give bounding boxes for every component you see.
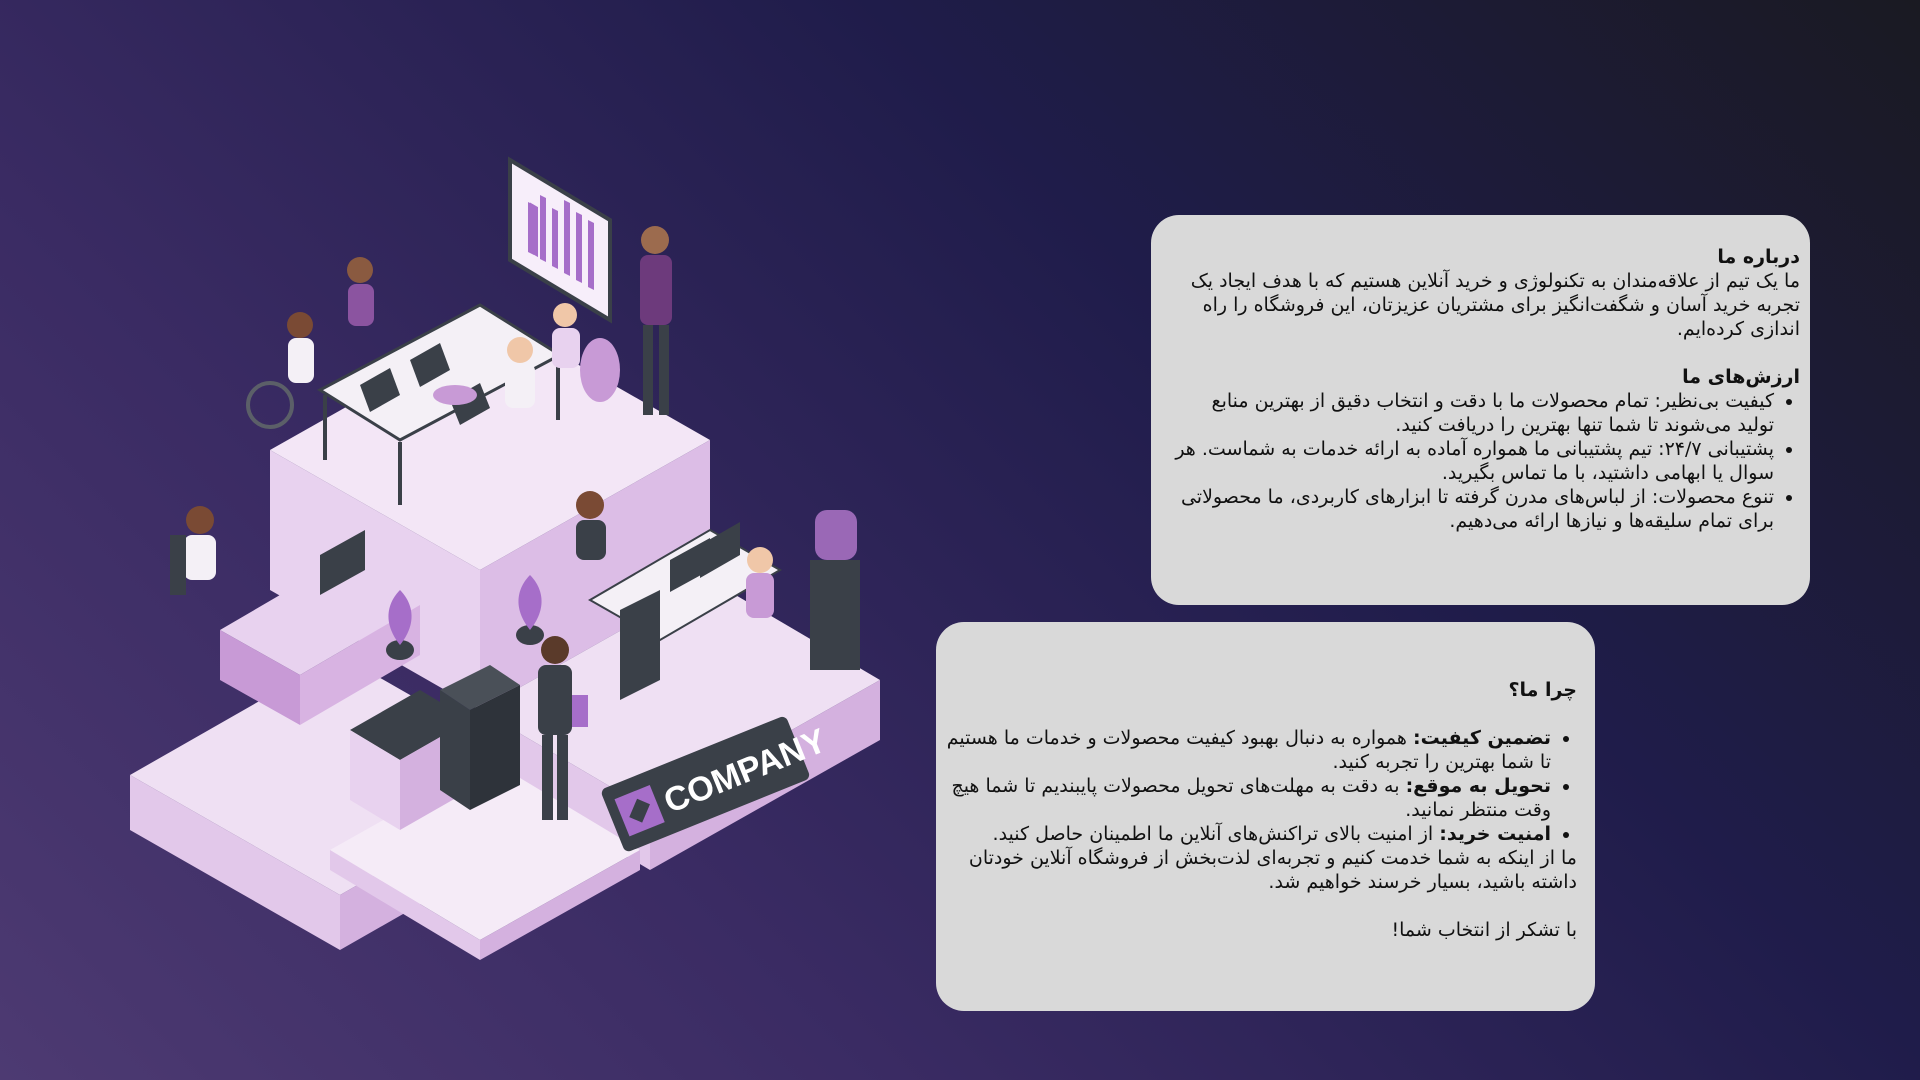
water-cooler: [810, 510, 860, 670]
why-item-delivery-label: تحویل به موقع:: [1405, 775, 1551, 797]
reading-person: [170, 506, 216, 595]
why-us-card: چرا ما؟ تضمین کیفیت: همواره به دنبال بهب…: [936, 622, 1595, 1011]
value-item-quality: کیفیت بی‌نظیر: تمام محصولات ما با دقت و …: [1173, 389, 1774, 437]
value-item-variety: تنوع محصولات: از لباس‌های مدرن گرفته تا …: [1173, 485, 1774, 533]
values-list: کیفیت بی‌نظیر: تمام محصولات ما با دقت و …: [1173, 389, 1800, 533]
why-item-security-label: امنیت خرید:: [1439, 823, 1551, 845]
about-title: درباره ما: [1717, 246, 1800, 268]
about-card: درباره ما ما یک تیم از علاقه‌مندان به تک…: [1151, 215, 1810, 605]
why-list: تضمین کیفیت: همواره به دنبال بهبود کیفیت…: [944, 726, 1577, 846]
why-closing: ما از اینکه به شما خدمت کنیم و تجربه‌ای …: [968, 847, 1577, 893]
why-item-security: امنیت خرید: از امنیت بالای تراکنش‌های آن…: [944, 822, 1551, 846]
why-item-delivery: تحویل به موقع: به دقت به مهلت‌های تحویل …: [944, 774, 1551, 822]
values-title: ارزش‌های ما: [1682, 366, 1800, 388]
value-item-support: پشتیبانی ۲۴/۷: تیم پشتیبانی ما همواره آم…: [1173, 437, 1774, 485]
chart-board: [508, 156, 612, 324]
office-team-illustration: COMPANY: [130, 156, 880, 960]
presenter-person: [640, 226, 672, 415]
why-item-security-text: از امنیت بالای تراکنش‌های آنلاین ما اطمی…: [992, 823, 1440, 845]
why-item-quality-label: تضمین کیفیت:: [1412, 727, 1551, 749]
why-thanks: با تشکر از انتخاب شما!: [1391, 919, 1577, 941]
why-item-quality: تضمین کیفیت: همواره به دنبال بهبود کیفیت…: [944, 726, 1551, 774]
about-body: ما یک تیم از علاقه‌مندان به تکنولوژی و خ…: [1190, 270, 1800, 340]
file-cabinet: [440, 665, 520, 810]
seated-person-1: [287, 312, 314, 383]
seated-person-2: [347, 257, 374, 326]
why-title: چرا ما؟: [1508, 679, 1577, 701]
wheelchair: [246, 381, 294, 429]
